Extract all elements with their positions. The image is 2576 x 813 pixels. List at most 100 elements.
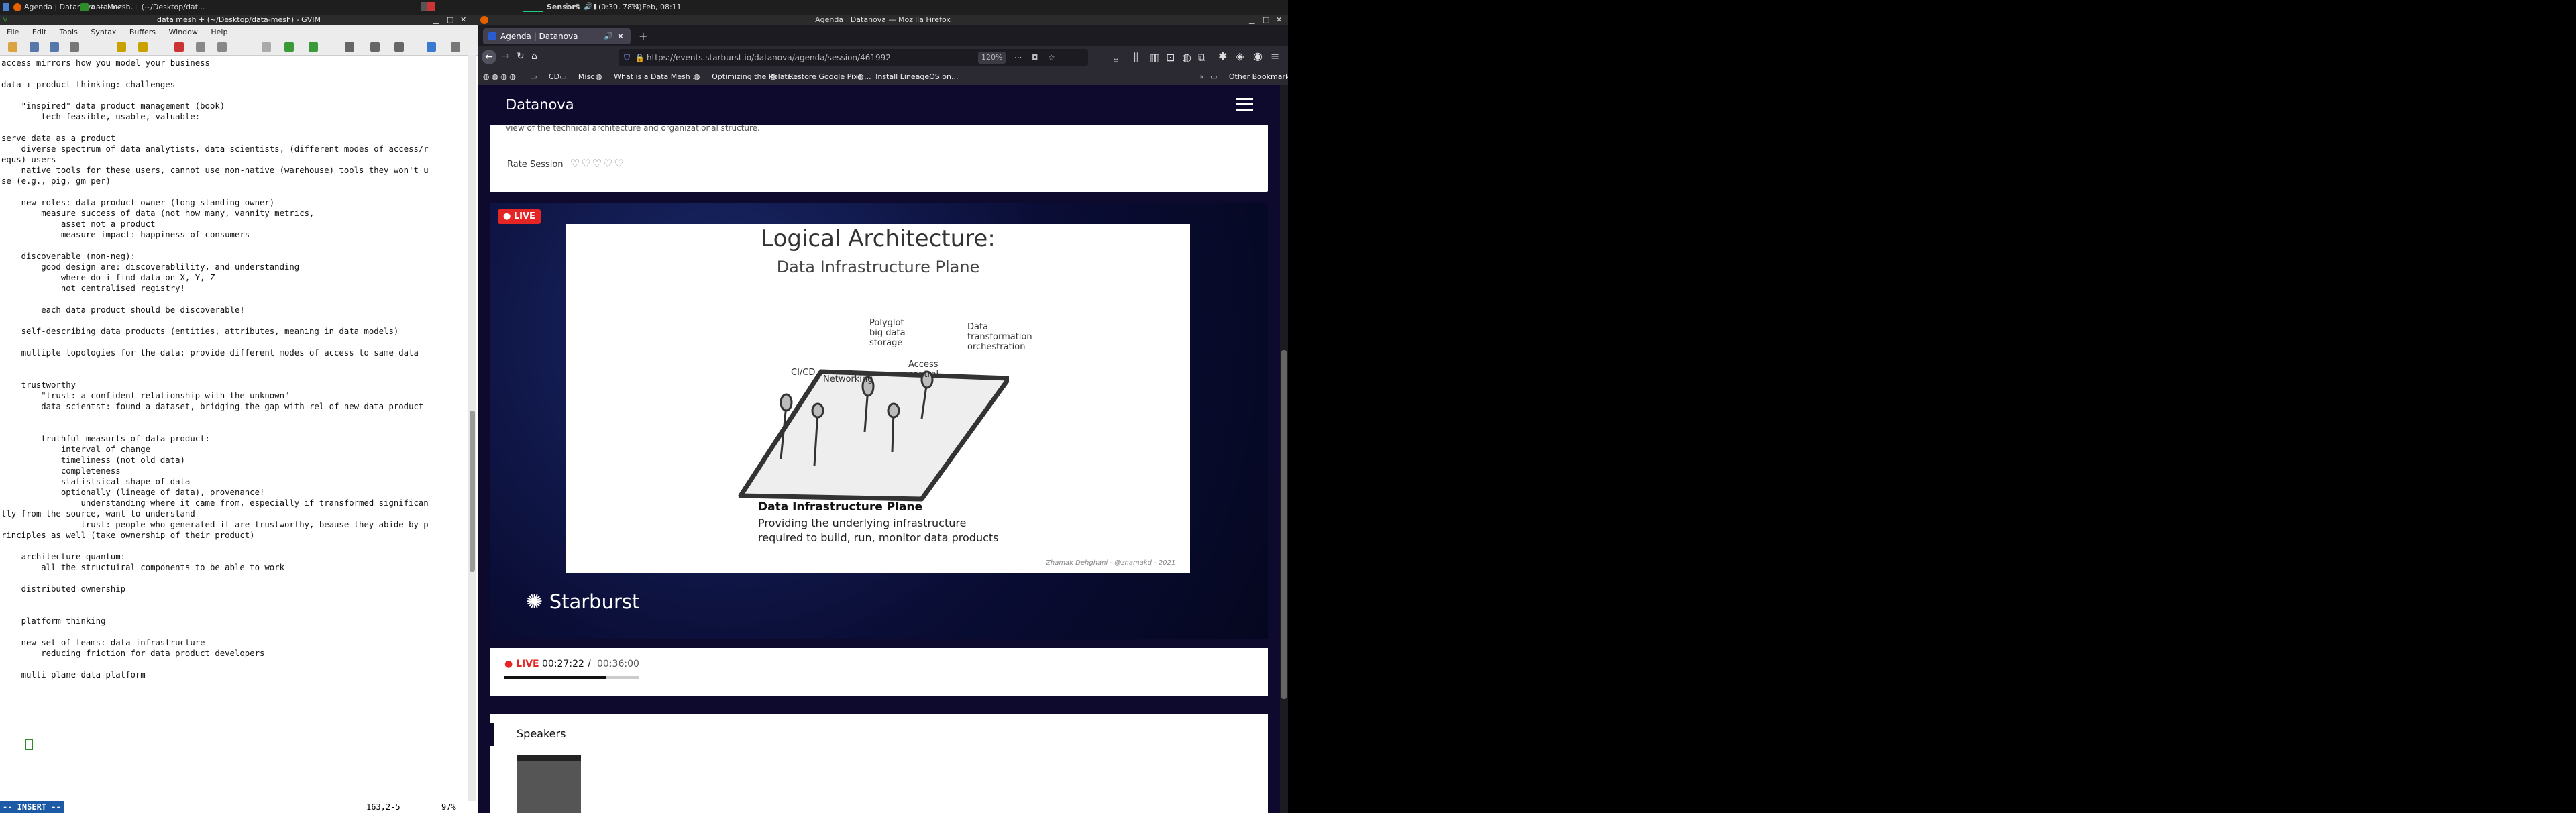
save-session-icon[interactable]	[370, 42, 380, 52]
help-icon[interactable]	[451, 42, 460, 52]
editor-line[interactable]: new set of teams: data infrastructure	[1, 637, 464, 648]
editor-line[interactable]: platform thinking	[1, 616, 464, 627]
editor-line[interactable]: reducing friction for data product devel…	[1, 648, 464, 659]
editor-line[interactable]: optionally (lineage of data), provenance…	[1, 487, 464, 498]
reload-icon[interactable]: ↻	[517, 51, 525, 62]
run-script-icon[interactable]	[394, 42, 404, 52]
extension-b-icon[interactable]: ◈	[1236, 50, 1244, 62]
editor-line[interactable]	[1, 605, 464, 616]
paste-icon[interactable]	[217, 42, 227, 52]
editor-line[interactable]: "inspired" data product management (book…	[1, 101, 464, 111]
open-icon[interactable]	[8, 42, 17, 52]
editor-line[interactable]	[1, 541, 464, 551]
editor-line[interactable]: self-describing data products (entities,…	[1, 326, 464, 337]
star-icon[interactable]: ♡	[592, 157, 603, 170]
editor-line[interactable]	[1, 122, 464, 133]
editor-line[interactable]: se (e.g., pig, gm per)	[1, 176, 464, 186]
editor-line[interactable]: rinciples as well (take ownership of the…	[1, 530, 464, 541]
speaker-photo[interactable]	[517, 755, 581, 813]
make-icon[interactable]	[427, 42, 436, 52]
editor-line[interactable]	[1, 627, 464, 637]
menu-help[interactable]: Help	[211, 28, 227, 36]
tab-datanova[interactable]: Agenda | Datanova 🔊 ✕	[483, 28, 631, 44]
editor-line[interactable]	[1, 369, 464, 380]
url-bar[interactable]: ⛉ 🔒 https://events.starburst.io/datanova…	[619, 49, 1088, 66]
extension-icon[interactable]: ⧉	[1198, 51, 1205, 64]
editor-line[interactable]: trustworthy	[1, 380, 464, 390]
editor-line[interactable]	[1, 240, 464, 251]
star-icon[interactable]: ♡	[614, 157, 625, 170]
video-player[interactable]: ● LIVE Logical Architecture: Data Infras…	[490, 203, 1268, 639]
extensions-puzzle-icon[interactable]: ✱	[1218, 50, 1227, 62]
editor-line[interactable]: equs) users	[1, 154, 464, 165]
page-scrollbar-thumb[interactable]	[1281, 350, 1287, 699]
menu-file[interactable]: File	[7, 28, 19, 36]
editor-line[interactable]	[1, 680, 464, 691]
editor-line[interactable]	[1, 68, 464, 79]
editor-line[interactable]: multiple topologies for the data: provid…	[1, 347, 464, 358]
editor-line[interactable]: not centralised registry!	[1, 283, 464, 294]
rating-stars[interactable]: ♡♡♡♡♡	[570, 157, 625, 170]
battery-icon[interactable]: ▮	[593, 2, 597, 11]
save-icon[interactable]	[30, 42, 39, 52]
extension-c-icon[interactable]: ◉	[1253, 50, 1263, 62]
account-icon[interactable]: ◍	[1182, 51, 1191, 64]
site-brand[interactable]: Datanova	[506, 97, 574, 113]
new-tab-icon[interactable]: +	[639, 30, 647, 42]
editor-line[interactable]: interval of change	[1, 444, 464, 455]
editor-line[interactable]: measure impact: happiness of consumers	[1, 229, 464, 240]
close-icon[interactable]: ✕	[460, 15, 466, 25]
editor-line[interactable]	[1, 573, 464, 584]
wifi-icon[interactable]: ◠	[574, 2, 581, 11]
menu-buffers[interactable]: Buffers	[129, 28, 156, 36]
hamburger-menu-icon[interactable]	[1236, 98, 1253, 111]
editor-line[interactable]	[1, 315, 464, 326]
editor-line[interactable]	[1, 594, 464, 605]
editor-line[interactable]: "trust: a confident relationship with th…	[1, 390, 464, 401]
redo-icon[interactable]	[138, 42, 148, 52]
editor-line[interactable]: completeness	[1, 466, 464, 476]
editor-line[interactable]: native tools for these users, cannot use…	[1, 165, 464, 176]
cut-icon[interactable]	[174, 42, 184, 52]
volume-icon[interactable]: 🔊	[584, 2, 593, 11]
progress-track[interactable]	[504, 676, 639, 679]
bookmarks-overflow-icon[interactable]: »	[1199, 70, 1204, 85]
menu-syntax[interactable]: Syntax	[91, 28, 116, 36]
editor-line[interactable]	[1, 90, 464, 101]
editor-line[interactable]: where do i find data on X, Y, Z	[1, 272, 464, 283]
editor-line[interactable]	[1, 337, 464, 347]
load-session-icon[interactable]	[345, 42, 354, 52]
find-replace-icon[interactable]	[262, 42, 271, 52]
editor-line[interactable]: each data product should be discoverable…	[1, 305, 464, 315]
editor-line[interactable]	[1, 659, 464, 669]
home-icon[interactable]: ⌂	[531, 51, 537, 62]
editor-line[interactable]: discoverable (non-neg):	[1, 251, 464, 262]
editor-line[interactable]: timeliness (not old data)	[1, 455, 464, 466]
editor-line[interactable]: new roles: data product owner (long stan…	[1, 197, 464, 208]
sidebar-icon[interactable]: ▥	[1150, 51, 1160, 64]
editor-line[interactable]: all the structuiral components to be abl…	[1, 562, 464, 573]
close-icon[interactable]: ✕	[1276, 15, 1282, 25]
menu-edit[interactable]: Edit	[32, 28, 46, 36]
bookmark-star-icon[interactable]: ☆	[1048, 49, 1055, 66]
clock[interactable]: 11 Feb, 08:11	[631, 3, 682, 11]
pocket-icon[interactable]: ◘	[1032, 49, 1038, 66]
url-text[interactable]: https://events.starburst.io/datanova/age…	[647, 49, 891, 66]
star-icon[interactable]: ♡	[581, 157, 592, 170]
find-next-icon[interactable]	[284, 42, 294, 52]
maximize-icon[interactable]: □	[447, 15, 453, 25]
minimize-icon[interactable]: ▁	[1249, 15, 1254, 25]
editor-line[interactable]: trust: people who generated it are trust…	[1, 519, 464, 530]
gvim-scrollbar-thumb[interactable]	[470, 411, 475, 572]
bookmark-data-mesh[interactable]: ◍ What is a Data Mesh ...	[596, 70, 709, 85]
editor-line[interactable]: truthful measurts of data product:	[1, 433, 464, 444]
editor-line[interactable]: access mirrors how you model your busine…	[1, 58, 464, 68]
tab-close-icon[interactable]: ✕	[617, 28, 624, 44]
reader-icon[interactable]: ⊡	[1166, 51, 1175, 64]
find-prev-icon[interactable]	[309, 42, 318, 52]
shield-icon[interactable]: ⛉	[624, 49, 630, 66]
print-icon[interactable]	[70, 42, 79, 52]
zoom-level[interactable]: 120%	[978, 52, 1006, 64]
app-menu-icon[interactable]: ≡	[1271, 50, 1279, 62]
menu-tools[interactable]: Tools	[60, 28, 78, 36]
